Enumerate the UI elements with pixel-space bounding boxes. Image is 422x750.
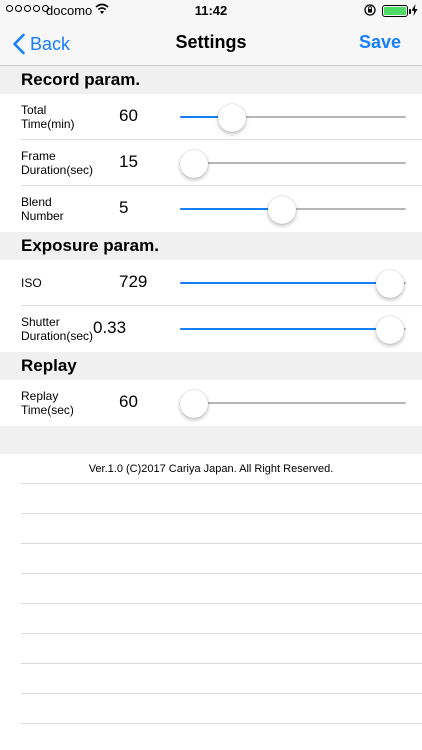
setting-label: ISO [21, 276, 42, 290]
slider-thumb[interactable] [376, 270, 405, 298]
setting-slider[interactable] [180, 196, 406, 224]
setting-slider[interactable] [179, 150, 406, 178]
empty-table-row [21, 604, 422, 634]
section-header: Replay [0, 352, 422, 380]
setting-label: Blend Number [21, 195, 64, 223]
slider-track [180, 402, 406, 404]
slider-thumb[interactable] [179, 150, 208, 178]
setting-value: 15 [119, 152, 138, 171]
status-bar: docomo 11:42 [0, 0, 422, 22]
empty-table-row [21, 724, 422, 750]
setting-slider[interactable] [179, 390, 406, 418]
empty-table-row [21, 484, 422, 514]
battery-level [384, 7, 406, 15]
setting-value: 60 [119, 392, 138, 411]
setting-slider[interactable] [180, 104, 406, 132]
setting-row: Blend Number 5 [0, 186, 422, 232]
empty-table-row [21, 574, 422, 604]
setting-slider[interactable] [180, 316, 406, 344]
save-button[interactable]: Save [359, 32, 401, 53]
empty-table-row [21, 544, 422, 574]
slider-thumb[interactable] [267, 196, 296, 224]
setting-label: Total Time(min) [21, 103, 75, 131]
section-header: Exposure param. [0, 232, 422, 260]
slider-thumb[interactable] [217, 104, 246, 132]
list-spacer [0, 426, 422, 454]
empty-table-row [21, 634, 422, 664]
top-bar: docomo 11:42 Back Settings Save [0, 0, 422, 66]
setting-row: ISO 729 [0, 260, 422, 306]
slider-fill [180, 208, 282, 210]
slider-track [180, 162, 406, 164]
setting-value: 5 [119, 198, 129, 217]
slider-thumb[interactable] [376, 316, 405, 344]
setting-label: Frame Duration(sec) [21, 149, 94, 177]
setting-row: Frame Duration(sec) 15 [0, 140, 422, 186]
settings-list: Record param. Total Time(min) 60 Frame Dura… [0, 66, 422, 750]
battery-icon [382, 5, 411, 17]
setting-row: Replay Time(sec) 60 [0, 380, 422, 426]
charging-bolt-icon [411, 4, 418, 16]
setting-value: 729 [119, 272, 148, 291]
status-time: 11:42 [194, 3, 228, 18]
navigation-bar: Back Settings Save [0, 22, 422, 66]
section-header: Record param. [0, 66, 422, 94]
setting-slider[interactable] [180, 270, 406, 298]
orientation-lock-icon [364, 4, 376, 16]
empty-table-row [21, 694, 422, 724]
setting-label: Replay Time(sec) [21, 389, 74, 417]
setting-value: 0.33 [93, 318, 127, 337]
setting-value: 60 [119, 106, 138, 125]
slider-fill [180, 282, 391, 284]
slider-fill [180, 328, 391, 330]
empty-table-row [21, 514, 422, 544]
setting-row: Shutter Duration(sec) 0.33 [0, 306, 422, 352]
empty-table-row [21, 664, 422, 694]
copyright-footer: Ver.1.0 (C)2017 Cariya Japan. All Right … [21, 454, 422, 484]
settings-screen: docomo 11:42 Back Settings Save Record p… [0, 0, 422, 750]
setting-row: Total Time(min) 60 [0, 94, 422, 140]
slider-thumb[interactable] [179, 390, 208, 418]
